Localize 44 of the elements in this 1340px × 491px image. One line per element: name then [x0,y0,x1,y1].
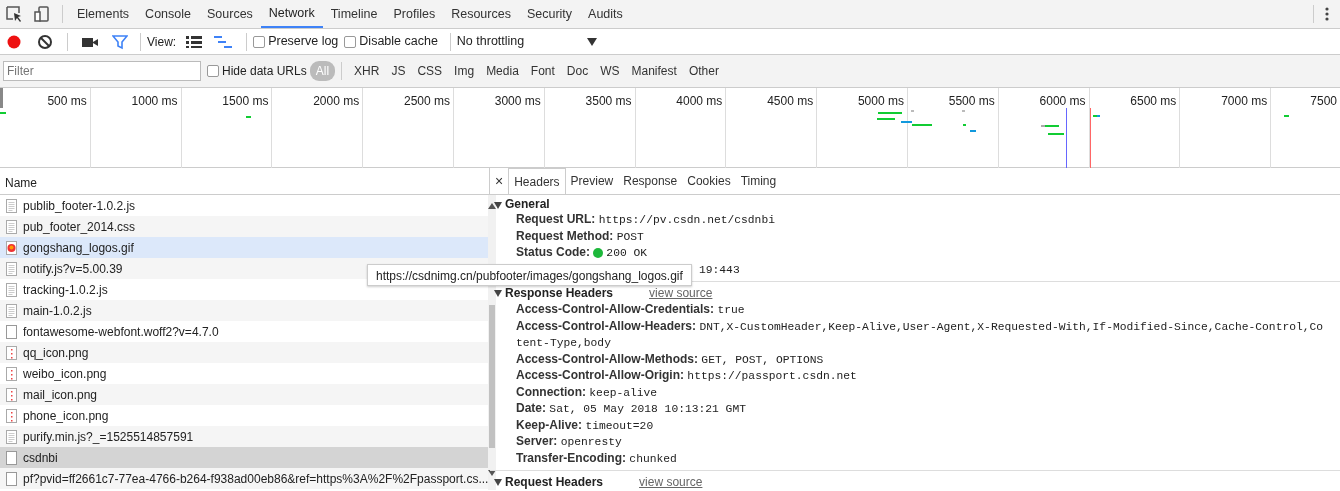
time-tick-label: 2500 ms [403,94,450,108]
time-tick-label: 7500 [1310,94,1337,108]
file-name: pub_footer_2014.css [23,218,136,236]
header-line: Date: Sat, 05 May 2018 10:13:21 GMT [515,401,747,417]
file-name: purify.min.js?_=1525514857591 [23,428,194,446]
header-line: Access-Control-Allow-Methods: GET, POST, OPTIONS [515,351,825,368]
time-tick-label: 3500 ms [585,94,632,108]
time-tick-label: 6500 ms [1130,94,1177,108]
time-tick-label: 4000 ms [676,94,723,108]
time-tick-label: 500 ms [47,94,87,108]
header-line: Request URL: https://pv.csdn.net/csdnbi [515,212,776,228]
url-tooltip: https://csdnimg.cn/pubfooter/images/gongshang_logos.gif [367,264,692,286]
file-name: weibo_icon.png [23,365,107,383]
file-name: notify.js?v=5.00.39 [23,260,123,278]
file-name: main-1.0.2.js [23,302,92,320]
file-name: pf?pvid=ff2661c7-77ea-4766-b264-f938ad00eb86&ref=https%3A%2F%2Fpassport.cs... [23,470,489,488]
file-name: fontawesome-webfont.woff2?v=4.7.0 [23,323,219,341]
file-name: mail_icon.png [23,386,98,404]
time-tick-label: 2000 ms [313,94,360,108]
file-name: tracking-1.0.2.js [23,281,108,299]
file-name: publib_footer-1.0.2.js [23,197,136,215]
file-name: gongshang_logos.gif [23,239,134,257]
header-value: 200 OK [606,247,648,259]
header-line: Access-Control-Allow-Origin: https://passport.csdn.net [515,368,858,384]
file-name: phone_icon.png [23,407,109,425]
header-line: Access-Control-Allow-Headers: DNT,X-CustomHeader,Keep-Alive,User-Agent,X-Requested-With,If-Modified-Since,Cache-Control,Co tent-Type,body [515,318,1325,351]
time-tick-label: 1000 ms [131,94,178,108]
file-name: qq_icon.png [23,344,89,362]
header-line: Request Method: POST [515,228,645,245]
time-tick-label: 5000 ms [857,94,904,108]
header-name: Status Code: [516,245,590,259]
time-tick-label: 4500 ms [767,94,814,108]
time-tick-label: 7000 ms [1221,94,1268,108]
view-label: View: [147,33,177,51]
time-tick-label: 5500 ms [948,94,995,108]
header-line: Access-Control-Allow-Credentials: true [515,302,746,318]
file-name: csdnbi [23,449,58,467]
header-line: Transfer-Encoding: chunked [515,450,678,467]
time-tick-label: 6000 ms [1039,94,1086,108]
header-line: Server: openresty [515,434,623,450]
time-tick-label: 3000 ms [494,94,541,108]
header-line: Keep-Alive: timeout=20 [515,417,655,434]
header-line: Connection: keep-alive [515,384,659,401]
time-tick-label: 1500 ms [222,94,269,108]
